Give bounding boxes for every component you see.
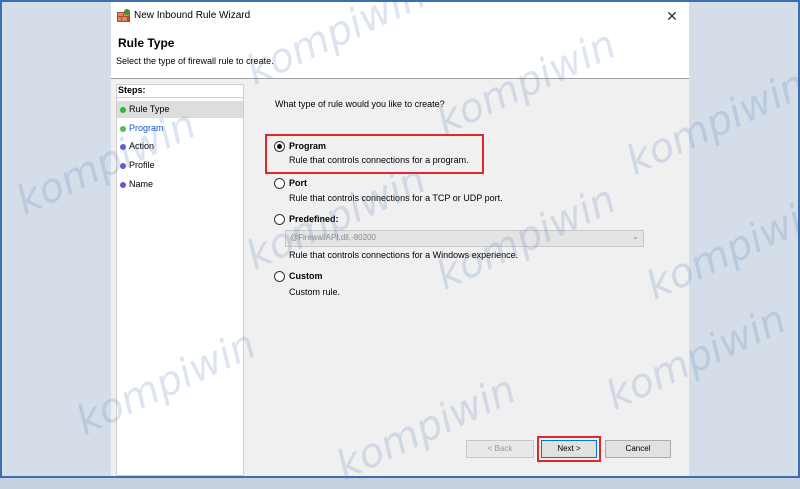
program-option-label[interactable]: Program [289, 141, 326, 151]
step-status-icon [120, 163, 126, 169]
background-right [689, 0, 800, 478]
back-button[interactable]: < Back [466, 440, 534, 458]
step-status-icon [120, 126, 126, 132]
program-option-desc: Rule that controls connections for a pro… [289, 155, 469, 165]
predefined-option-desc: Rule that controls connections for a Win… [289, 250, 519, 260]
step-label: Action [129, 141, 155, 151]
firewall-app-icon [117, 9, 130, 22]
question-label: What type of rule would you like to crea… [275, 99, 445, 109]
close-icon: ✕ [666, 8, 678, 24]
custom-option-label[interactable]: Custom [289, 271, 323, 281]
custom-radio[interactable] [274, 271, 285, 282]
predefined-select[interactable]: @FirewallAPI.dll,-80200 ⌄ [285, 230, 644, 247]
steps-pane: Steps: Rule Type Program Action Profile … [116, 84, 244, 476]
page-subtitle: Select the type of firewall rule to crea… [116, 56, 274, 66]
step-action[interactable]: Action [117, 138, 243, 155]
predefined-option-label[interactable]: Predefined: [289, 214, 339, 224]
predefined-select-value: @FirewallAPI.dll,-80200 [290, 233, 376, 242]
port-option-label[interactable]: Port [289, 178, 307, 188]
step-profile[interactable]: Profile [117, 157, 243, 174]
background-left [0, 0, 111, 478]
wizard-header: Rule Type Select the type of firewall ru… [111, 32, 689, 79]
step-label: Profile [129, 160, 155, 170]
predefined-radio[interactable] [274, 214, 285, 225]
highlight-box-program [265, 134, 484, 174]
chevron-down-icon: ⌄ [632, 232, 639, 241]
program-radio[interactable] [274, 141, 285, 152]
step-status-icon [120, 182, 126, 188]
step-label: Name [129, 179, 154, 189]
close-button[interactable]: ✕ [655, 0, 689, 32]
step-status-icon [120, 107, 126, 113]
window-title: New Inbound Rule Wizard [134, 10, 251, 21]
steps-divider [117, 97, 243, 98]
wizard-window: New Inbound Rule Wizard ✕ Rule Type Sele… [111, 0, 689, 478]
title-bar: New Inbound Rule Wizard ✕ [111, 0, 689, 32]
steps-title: Steps: [118, 85, 146, 95]
step-name[interactable]: Name [117, 176, 243, 193]
custom-option-desc: Custom rule. [289, 287, 341, 297]
page-title: Rule Type [118, 36, 175, 50]
cancel-button[interactable]: Cancel [605, 440, 671, 458]
port-option-desc: Rule that controls connections for a TCP… [289, 193, 503, 203]
step-rule-type[interactable]: Rule Type [117, 101, 243, 118]
step-program[interactable]: Program [117, 120, 243, 137]
step-label: Program [129, 123, 164, 133]
step-label: Rule Type [129, 104, 170, 114]
step-status-icon [120, 144, 126, 150]
next-button[interactable]: Next > [541, 440, 597, 458]
port-radio[interactable] [274, 178, 285, 189]
